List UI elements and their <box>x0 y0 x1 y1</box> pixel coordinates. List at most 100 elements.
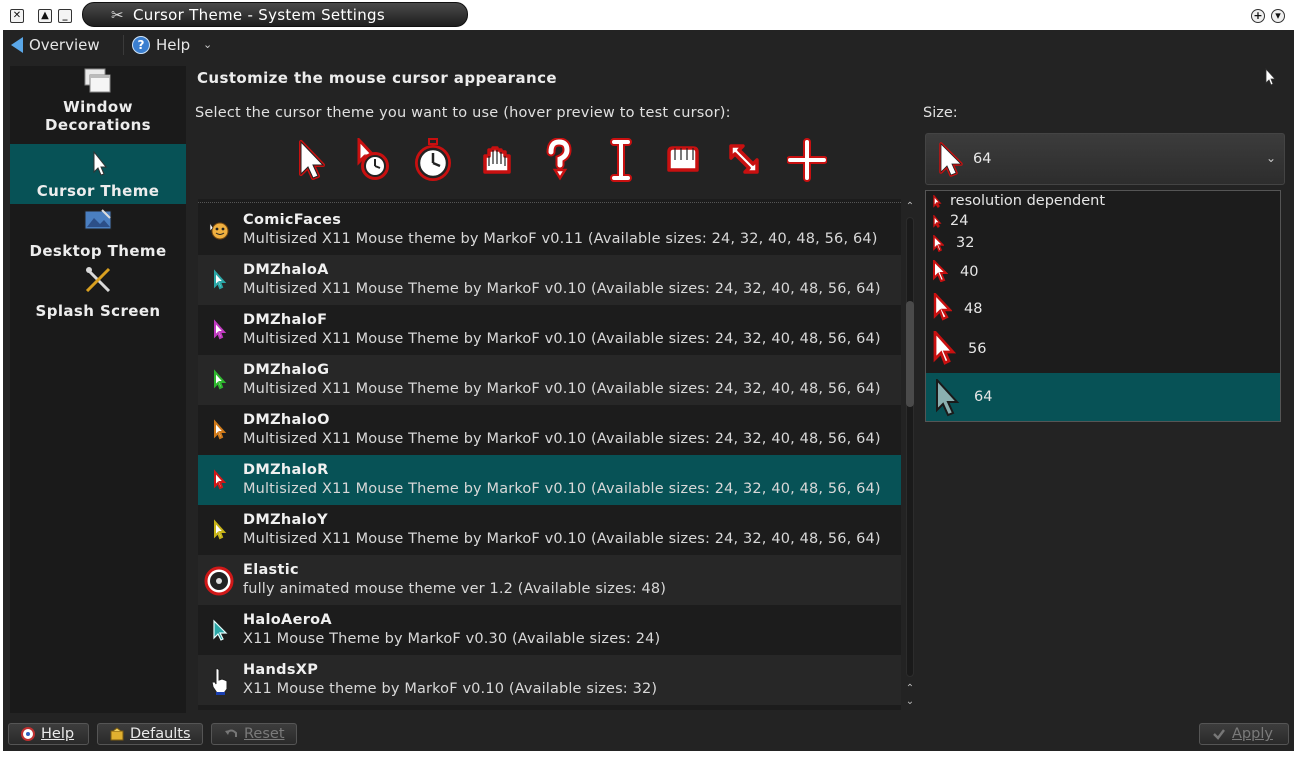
size-dropdown-list[interactable]: resolution dependent 24 32 40 48 56 64 <box>925 190 1281 422</box>
chevron-down-icon[interactable]: ⌄ <box>203 38 212 51</box>
apply-button[interactable]: Apply <box>1199 723 1289 745</box>
theme-name: ComicFaces <box>243 212 342 228</box>
toolbar: Overview ? Help ⌄ <box>3 30 1294 60</box>
cursor-icon <box>93 150 108 176</box>
sidebar-item-cursor-theme[interactable]: Cursor Theme <box>10 144 186 204</box>
scroll-down-icon[interactable]: ⌄ <box>904 696 916 708</box>
crosshair-icon[interactable] <box>787 138 827 182</box>
page-title: Customize the mouse cursor appearance <box>197 69 557 87</box>
comic-face-icon <box>209 221 229 240</box>
theme-name: DMZhaloY <box>243 512 328 528</box>
arrow-cursor-icon[interactable] <box>291 138 331 182</box>
red-cursor-icon <box>214 469 227 490</box>
apply-button-label: Apply <box>1232 726 1273 742</box>
sidebar-item-label: Splash Screen <box>35 302 161 320</box>
busy-cursor-icon[interactable] <box>353 138 393 182</box>
theme-description: X11 Mouse Theme by MarkoF v0.30 (Availab… <box>243 631 661 647</box>
list-item[interactable]: HaloAeroA X11 Mouse Theme by MarkoF v0.3… <box>198 605 901 655</box>
size-combobox[interactable]: 64 ⌄ <box>925 133 1285 185</box>
resize-diagonal-icon[interactable] <box>725 138 765 182</box>
theme-description: Multisized X11 Mouse Theme by MarkoF v0.… <box>243 331 881 347</box>
theme-name: DMZhaloF <box>243 312 328 328</box>
cursor-icon <box>933 260 948 282</box>
sidebar-item-window-decorations[interactable]: Window Decorations <box>10 66 186 134</box>
scroll-track[interactable] <box>906 217 914 677</box>
sidebar-item-splash-screen[interactable]: Splash Screen <box>10 264 186 324</box>
keep-above-icon[interactable]: + <box>1251 9 1265 23</box>
sidebar-item-desktop-theme[interactable]: Desktop Theme <box>10 204 186 264</box>
list-item[interactable]: DMZhaloO Multisized X11 Mouse Theme by M… <box>198 405 901 455</box>
theme-description: Multisized X11 Mouse Theme by MarkoF v0.… <box>243 481 881 497</box>
size-option-selected[interactable]: 64 <box>926 373 1280 421</box>
hand-pointer-icon <box>211 668 228 695</box>
help-cursor-icon[interactable] <box>539 138 579 182</box>
help-label: Help <box>156 36 191 54</box>
size-option[interactable]: 56 <box>926 327 1280 371</box>
theme-list-scrollbar[interactable]: ⌃ ⌃ ⌄ <box>902 199 918 710</box>
help-icon: ? <box>132 36 150 54</box>
grab-hand-icon[interactable] <box>477 138 517 182</box>
reset-button-label: Reset <box>244 726 285 742</box>
defaults-button[interactable]: Defaults <box>97 723 203 745</box>
theme-name: DMZhaloA <box>243 262 329 278</box>
theme-select-label: Select the cursor theme you want to use … <box>195 105 731 121</box>
window-title-pill[interactable]: ✂ Cursor Theme - System Settings <box>82 2 468 27</box>
minimize-icon[interactable]: _ <box>58 9 72 23</box>
text-cursor-icon[interactable] <box>601 138 641 182</box>
cursor-icon <box>933 215 942 228</box>
size-option[interactable]: 24 <box>926 211 1280 231</box>
sidebar-item-label: Desktop Theme <box>29 242 167 260</box>
settings-window: Overview ? Help ⌄ Window Decorations Cur… <box>3 30 1294 751</box>
aero-cursor-icon <box>213 619 228 641</box>
list-item[interactable]: DMZhaloF Multisized X11 Mouse Theme by M… <box>198 305 901 355</box>
size-label: Size: <box>923 105 958 121</box>
help-button-label: Help <box>41 726 75 742</box>
sidebar: Window Decorations Cursor Theme Desktop … <box>10 66 186 713</box>
help-button[interactable]: Help <box>8 723 89 745</box>
theme-description: Multisized X11 Mouse theme by MarkoF v0.… <box>243 231 878 247</box>
size-option[interactable]: resolution dependent <box>926 191 1280 211</box>
theme-list[interactable]: ComicFaces Multisized X11 Mouse theme by… <box>198 199 901 710</box>
theme-description: fully animated mouse theme ver 1.2 (Avai… <box>243 581 667 597</box>
magenta-cursor-icon <box>214 319 227 340</box>
size-option[interactable]: 32 <box>926 231 1280 255</box>
reset-button[interactable]: Reset <box>211 723 297 745</box>
size-option[interactable]: 48 <box>926 289 1280 327</box>
closed-hand-icon[interactable] <box>663 138 703 182</box>
list-item[interactable]: DMZhaloA Multisized X11 Mouse Theme by M… <box>198 255 901 305</box>
theme-description: Multisized X11 Mouse Theme by MarkoF v0.… <box>243 281 881 297</box>
list-item[interactable]: DMZhaloG Multisized X11 Mouse Theme by M… <box>198 355 901 405</box>
sidebar-item-label: Cursor Theme <box>36 182 160 200</box>
theme-name: DMZhaloO <box>243 412 330 428</box>
scroll-up-icon[interactable]: ⌃ <box>904 683 916 695</box>
scroll-up-icon[interactable]: ⌃ <box>904 201 916 213</box>
size-cursor-icon <box>939 142 963 177</box>
checkmark-icon <box>1212 727 1226 741</box>
cursor-icon <box>933 235 944 252</box>
theme-name: Elastic <box>243 562 299 578</box>
chevron-down-icon[interactable]: ⌄ <box>1266 151 1276 165</box>
help-menu-button[interactable]: ? Help <box>132 35 190 55</box>
size-value: 64 <box>973 151 992 167</box>
back-arrow-icon <box>11 37 23 53</box>
defaults-icon <box>110 727 124 741</box>
scroll-thumb[interactable] <box>906 301 914 407</box>
size-option[interactable]: 40 <box>926 255 1280 289</box>
wait-cursor-icon[interactable] <box>413 138 453 182</box>
cursor-icon <box>933 195 942 208</box>
window-menu-icon[interactable]: ▾ <box>1271 9 1285 23</box>
window-title: Cursor Theme - System Settings <box>133 6 385 24</box>
list-item[interactable]: ComicFaces Multisized X11 Mouse theme by… <box>198 205 901 255</box>
overview-button[interactable]: Overview <box>11 35 100 55</box>
list-item[interactable]: DMZhaloY Multisized X11 Mouse Theme by M… <box>198 505 901 555</box>
overview-label: Overview <box>29 36 100 54</box>
theme-description: X11 Mouse theme by MarkoF v0.10 (Availab… <box>243 681 658 697</box>
shade-icon[interactable]: ▲ <box>38 9 52 23</box>
close-icon[interactable]: ✕ <box>10 9 24 23</box>
green-cursor-icon <box>214 369 227 390</box>
list-item-selected[interactable]: DMZhaloR Multisized X11 Mouse Theme by M… <box>198 455 901 505</box>
cursor-preview[interactable] <box>291 132 827 186</box>
list-item[interactable]: HandsXP X11 Mouse theme by MarkoF v0.10 … <box>198 655 901 705</box>
elastic-ring-icon <box>204 566 234 596</box>
list-item[interactable]: Elastic fully animated mouse theme ver 1… <box>198 555 901 605</box>
